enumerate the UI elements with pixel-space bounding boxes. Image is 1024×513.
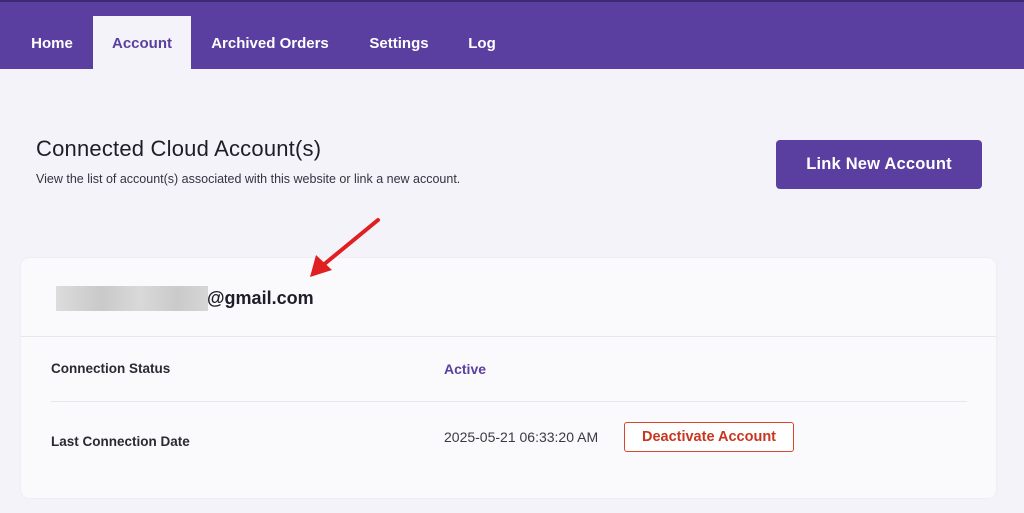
account-email-domain: @gmail.com	[207, 288, 314, 308]
redacted-email-local-part	[56, 286, 208, 311]
top-navigation: Home Account Archived Orders Settings Lo…	[0, 0, 1024, 71]
row-divider	[51, 401, 967, 402]
page-title: Connected Cloud Account(s)	[36, 136, 322, 161]
last-connection-date-label: Last Connection Date	[51, 434, 190, 449]
tab-archived-orders[interactable]: Archived Orders	[196, 16, 344, 71]
tab-account[interactable]: Account	[93, 16, 191, 71]
red-arrow-icon	[310, 218, 380, 277]
card-divider	[21, 336, 996, 337]
last-connection-date-value: 2025-05-21 06:33:20 AM	[444, 429, 599, 445]
deactivate-account-button[interactable]: Deactivate Account	[624, 422, 794, 452]
page-subtitle: View the list of account(s) associated w…	[36, 172, 461, 186]
tab-settings[interactable]: Settings	[352, 16, 446, 71]
connection-status-label: Connection Status	[51, 361, 171, 376]
connection-status-value: Active	[444, 361, 487, 377]
tab-log[interactable]: Log	[454, 16, 510, 71]
tab-home[interactable]: Home	[14, 16, 90, 71]
link-new-account-button[interactable]: Link New Account	[776, 140, 982, 189]
arrow-shaft	[320, 218, 380, 268]
account-card: @gmail.com Connection Status Active Last…	[21, 258, 996, 498]
